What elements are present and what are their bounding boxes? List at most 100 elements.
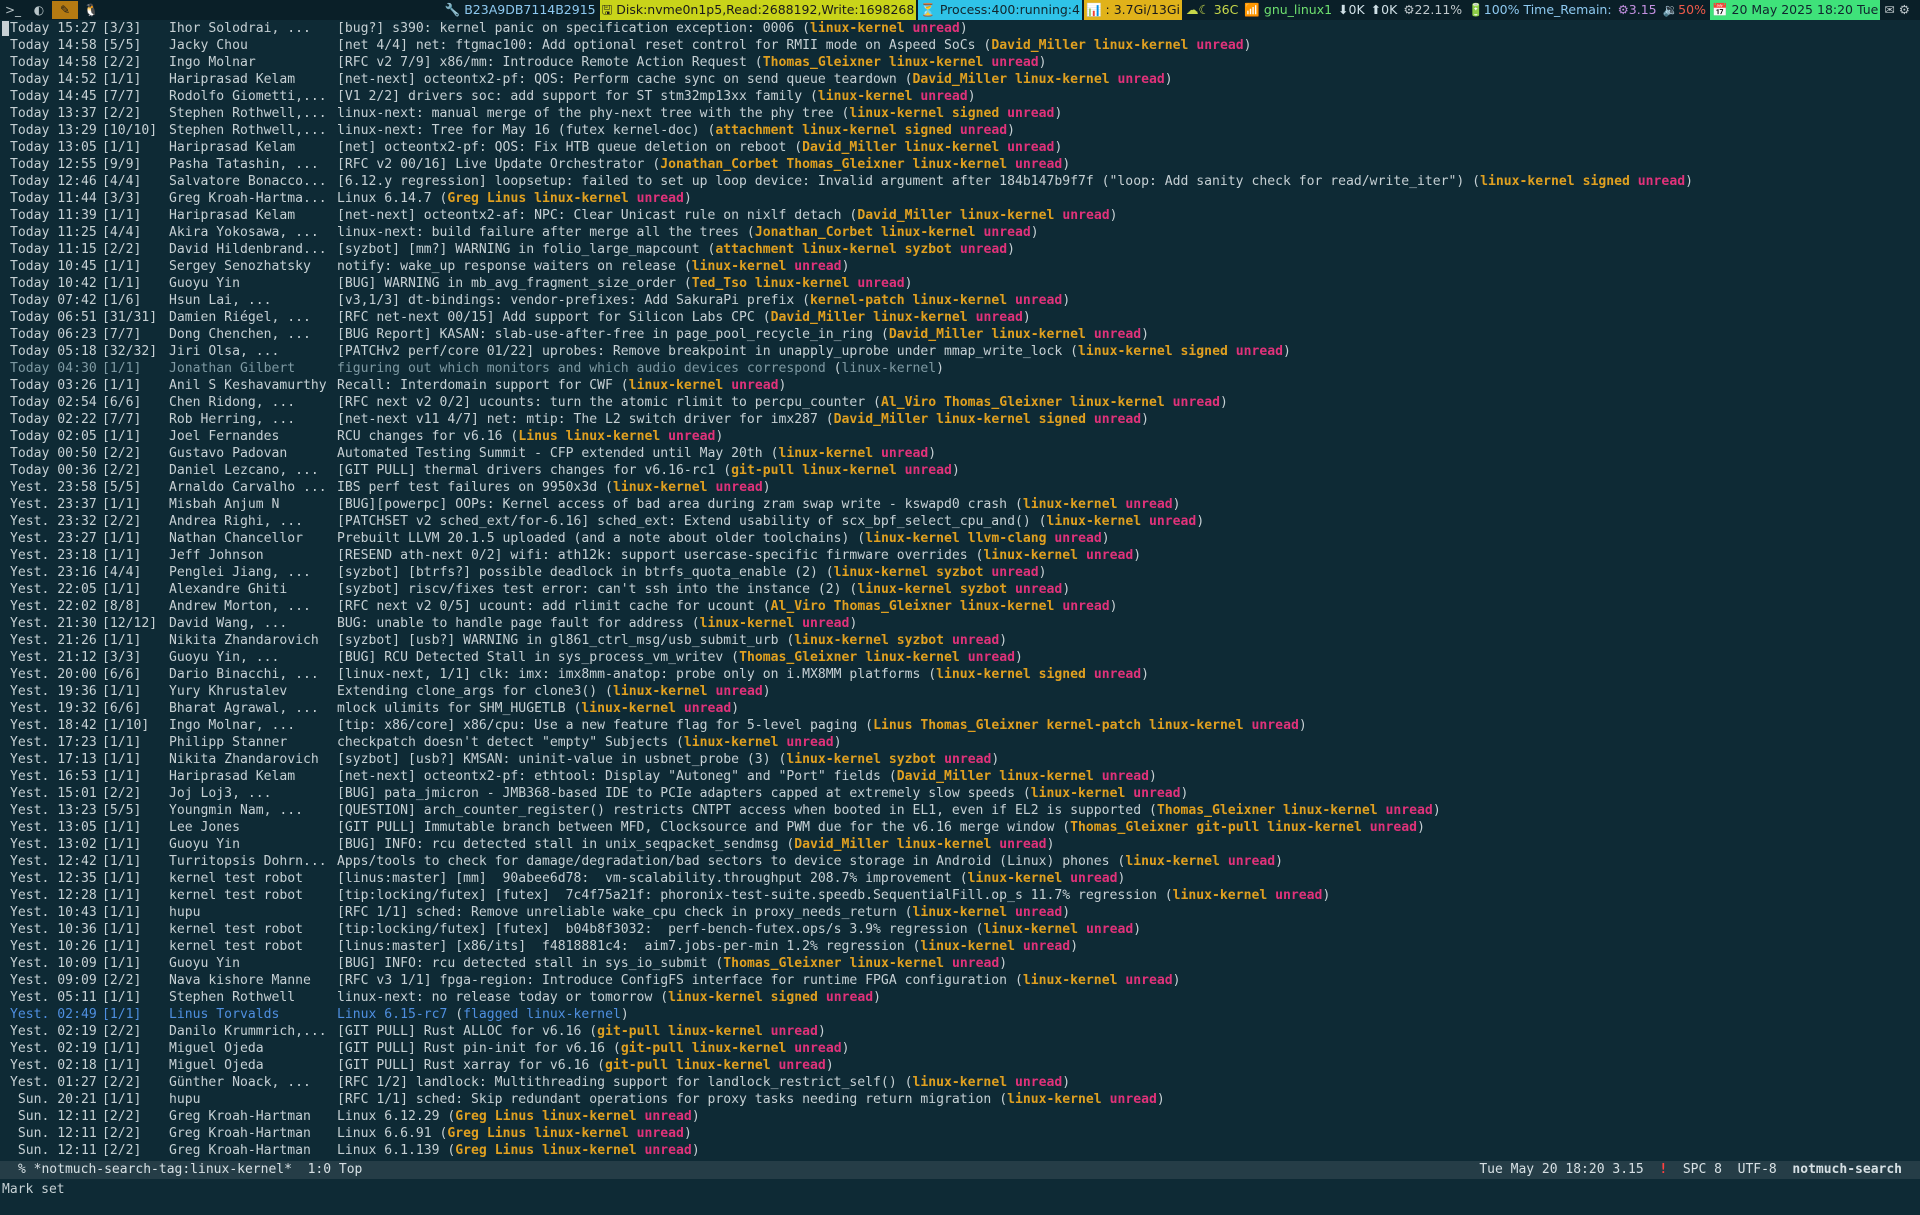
thread-row[interactable]: Yest. 09:09 [2/2] Nava kishore Manne [RFC v…	[0, 972, 1920, 989]
thread-row[interactable]: Today 12:46 [4/4] Salvatore Bonacco... [6.1…	[0, 173, 1920, 190]
thread-row[interactable]: Sun. 20:21 [1/1] hupu [RFC 1/1] sched: Skip…	[0, 1091, 1920, 1108]
thread-row[interactable]: Yest. 12:28 [1/1] kernel test robot [tip:lo…	[0, 887, 1920, 904]
thread-count: [1/1]	[102, 1092, 142, 1107]
thread-row[interactable]: Today 06:23 [7/7] Dong Chenchen, ... [BUG R…	[0, 326, 1920, 343]
thread-row[interactable]: Today 14:52 [1/1] Hariprasad Kelam [net-nex…	[0, 71, 1920, 88]
thread-row[interactable]: Yest. 19:32 [6/6] Bharat Agrawal, ... mlock…	[0, 700, 1920, 717]
thread-tag: linux-kernel	[959, 599, 1055, 614]
thread-row[interactable]: Today 02:05 [1/1] Joel Fernandes RCU change…	[0, 428, 1920, 445]
thread-row[interactable]: Today 11:39 [1/1] Hariprasad Kelam [net-nex…	[0, 207, 1920, 224]
emacs-icon[interactable]: ◐	[26, 1, 52, 19]
thread-row[interactable]: Yest. 10:36 [1/1] kernel test robot [tip:lo…	[0, 921, 1920, 938]
thread-tag: linux-kernel	[802, 463, 897, 478]
thread-row[interactable]: Today 14:58 [2/2] Ingo Molnar [RFC v2 7/9] …	[0, 54, 1920, 71]
thread-row[interactable]: Yest. 21:30 [12/12] David Wang, ... BUG: un…	[0, 615, 1920, 632]
thread-row[interactable]: Today 14:45 [7/7] Rodolfo Giometti,... [V1 …	[0, 88, 1920, 105]
thread-row[interactable]: Yest. 12:42 [1/1] Turritopsis Dohrn... Apps…	[0, 853, 1920, 870]
thread-row[interactable]: Today 11:44 [3/3] Greg Kroah-Hartma... Linu…	[0, 190, 1920, 207]
thread-row[interactable]: Yest. 22:05 [1/1] Alexandre Ghiti [syzbot] …	[0, 581, 1920, 598]
thread-subject-line: [net-next] octeontx2-pf: QOS: Perform ca…	[337, 72, 1173, 87]
thread-row[interactable]: Today 00:36 [2/2] Daniel Lezcano, ... [GIT …	[0, 462, 1920, 479]
thread-row[interactable]: Yest. 13:05 [1/1] Lee Jones [GIT PULL] Immu…	[0, 819, 1920, 836]
thread-row[interactable]: Yest. 02:49 [1/1] Linus Torvalds Linux 6.15…	[0, 1006, 1920, 1023]
thread-row[interactable]: Yest. 23:18 [1/1] Jeff Johnson [RESEND ath-…	[0, 547, 1920, 564]
thread-row[interactable]: Yest. 02:19 [2/2] Danilo Krummrich,... [GIT…	[0, 1023, 1920, 1040]
firefox-icon[interactable]: ✎	[52, 1, 78, 19]
thread-tag: linux-kernel	[1007, 1092, 1102, 1107]
thread-row[interactable]: Today 04:30 [1/1] Jonathan Gilbert figuring…	[0, 360, 1920, 377]
thread-date: Today 11:15	[10, 242, 97, 257]
volume-status[interactable]: 🔉50%	[1661, 0, 1708, 20]
thread-subject: [RFC 1/1] sched: Remove unreliable wake_…	[337, 905, 897, 920]
thread-tag: unread	[983, 225, 1031, 240]
thread-subject-line: [PATCHv2 perf/core 01/22] uprobes: Remov…	[337, 344, 1291, 359]
thread-row[interactable]: Yest. 10:09 [1/1] Guoyu Yin [BUG] INFO: rcu…	[0, 955, 1920, 972]
thread-subject: Linux 6.14.7	[337, 191, 432, 206]
thread-row[interactable]: Yest. 01:27 [2/2] Günther Noack, ... [RFC 1…	[0, 1074, 1920, 1091]
thread-tag: linux-kernel	[896, 837, 992, 852]
thread-row[interactable]: Today 11:25 [4/4] Akira Yokosawa, ... linux…	[0, 224, 1920, 241]
thread-row[interactable]: Yest. 22:02 [8/8] Andrew Morton, ... [RFC n…	[0, 598, 1920, 615]
thread-count: [4/4]	[102, 565, 142, 580]
thread-row[interactable]: Yest. 15:01 [2/2] Joj Loj3, ... [BUG] pata_…	[0, 785, 1920, 802]
thread-subject-line: [syzbot] [usb?] KMSAN: uninit-value in u…	[337, 752, 1000, 767]
thread-row[interactable]: Yest. 23:27 [1/1] Nathan Chancellor Prebuil…	[0, 530, 1920, 547]
date-status[interactable]: 📅 20 May 2025 18:20 Tue	[1709, 0, 1881, 20]
thread-tag: Linus	[518, 429, 558, 444]
thread-count: [12/12]	[102, 616, 158, 631]
thread-row[interactable]: Today 06:51 [31/31] Damien Riégel, ... [RFC…	[0, 309, 1920, 326]
thread-row[interactable]: Yest. 10:43 [1/1] hupu [RFC 1/1] sched: Rem…	[0, 904, 1920, 921]
thread-row[interactable]: Today 07:42 [1/6] Hsun Lai, ... [v3,1/3] dt…	[0, 292, 1920, 309]
thread-row[interactable]: Yest. 02:19 [1/1] Miguel Ojeda [GIT PULL] R…	[0, 1040, 1920, 1057]
thread-tag: unread	[644, 1143, 692, 1158]
penguin-icon[interactable]: 🐧	[78, 1, 104, 19]
thread-row[interactable]: Yest. 23:16 [4/4] Penglei Jiang, ... [syzbo…	[0, 564, 1920, 581]
thread-row[interactable]: Yest. 05:11 [1/1] Stephen Rothwell linux-ne…	[0, 989, 1920, 1006]
thread-row[interactable]: Yest. 16:53 [1/1] Hariprasad Kelam [net-nex…	[0, 768, 1920, 785]
thread-row[interactable]: Sun. 12:11 [2/2] Greg Kroah-Hartman Linux 6…	[0, 1142, 1920, 1159]
thread-row[interactable]: Today 11:15 [2/2] David Hildenbrand... [syz…	[0, 241, 1920, 258]
thread-row[interactable]: Yest. 17:13 [1/1] Nikita Zhandarovich [syzb…	[0, 751, 1920, 768]
thread-row[interactable]: Today 12:55 [9/9] Pasha Tatashin, ... [RFC …	[0, 156, 1920, 173]
thread-row[interactable]: Yest. 21:12 [3/3] Guoyu Yin, ... [BUG] RCU …	[0, 649, 1920, 666]
thread-subject: notify: wake_up response waiters on rele…	[337, 259, 676, 274]
thread-row[interactable]: Today 14:58 [5/5] Jacky Chou [net 4/4] net:…	[0, 37, 1920, 54]
thread-row[interactable]: Today 03:26 [1/1] Anil S Keshavamurthy Reca…	[0, 377, 1920, 394]
thread-row[interactable]: Yest. 23:37 [1/1] Misbah Anjum N [BUG][powe…	[0, 496, 1920, 513]
thread-tag: signed	[1038, 667, 1086, 682]
thread-tag: git-pull	[597, 1024, 661, 1039]
thread-row[interactable]: Yest. 23:58 [5/5] Arnaldo Carvalho ... IBS …	[0, 479, 1920, 496]
thread-row[interactable]: Today 10:42 [1/1] Guoyu Yin [BUG] WARNING i…	[0, 275, 1920, 292]
thread-tag: signed	[951, 106, 1000, 121]
thread-tag: linux-kernel	[991, 327, 1086, 342]
thread-row[interactable]: Yest. 20:00 [6/6] Dario Binacchi, ... [linu…	[0, 666, 1920, 683]
thread-row[interactable]: Yest. 17:23 [1/1] Philipp Stanner checkpatc…	[0, 734, 1920, 751]
thread-row[interactable]: Today 00:50 [2/2] Gustavo Padovan Automated…	[0, 445, 1920, 462]
thread-row[interactable]: Today 10:45 [1/1] Sergey Senozhatsky notify…	[0, 258, 1920, 275]
thread-row[interactable]: Yest. 21:26 [1/1] Nikita Zhandarovich [syzb…	[0, 632, 1920, 649]
thread-row[interactable]: Today 15:27 [3/3] Ihor Solodrai, ... [bug?]…	[0, 20, 1920, 37]
thread-row[interactable]: Yest. 12:35 [1/1] kernel test robot [linus:…	[0, 870, 1920, 887]
mail-icon[interactable]: ✉ ⚙	[1882, 0, 1912, 20]
thread-row[interactable]: Today 02:54 [6/6] Chen Ridong, ... [RFC nex…	[0, 394, 1920, 411]
thread-row[interactable]: Sun. 12:11 [2/2] Greg Kroah-Hartman Linux 6…	[0, 1125, 1920, 1142]
thread-row[interactable]: Yest. 19:36 [1/1] Yury Khrustalev Extending…	[0, 683, 1920, 700]
thread-row[interactable]: Today 13:37 [2/2] Stephen Rothwell,... linu…	[0, 105, 1920, 122]
thread-tag: syzbot	[936, 565, 984, 580]
network-status[interactable]: 📶 gnu_linux1	[1242, 0, 1334, 20]
thread-row[interactable]: Yest. 18:42 [1/10] Ingo Molnar, ... [tip: x…	[0, 717, 1920, 734]
thread-row[interactable]: Yest. 13:23 [5/5] Youngmin Nam, ... [QUESTI…	[0, 802, 1920, 819]
thread-date: Sun. 12:11	[10, 1143, 97, 1158]
thread-row[interactable]: Yest. 13:02 [1/1] Guoyu Yin [BUG] INFO: rcu…	[0, 836, 1920, 853]
thread-row[interactable]: Today 13:05 [1/1] Hariprasad Kelam [net] oc…	[0, 139, 1920, 156]
thread-row[interactable]: Today 02:22 [7/7] Rob Herring, ... [net-nex…	[0, 411, 1920, 428]
thread-row[interactable]: Sun. 12:11 [2/2] Greg Kroah-Hartman Linux 6…	[0, 1108, 1920, 1125]
terminal-icon[interactable]: >_	[0, 1, 26, 19]
thread-subject: Linux 6.1.139	[337, 1143, 440, 1158]
thread-row[interactable]: Yest. 10:26 [1/1] kernel test robot [linus:…	[0, 938, 1920, 955]
thread-row[interactable]: Yest. 02:18 [1/1] Miguel Ojeda [GIT PULL] R…	[0, 1057, 1920, 1074]
thread-row[interactable]: Today 13:29 [10/10] Stephen Rothwell,... li…	[0, 122, 1920, 139]
thread-row[interactable]: Yest. 23:32 [2/2] Andrea Righi, ... [PATCHS…	[0, 513, 1920, 530]
thread-row[interactable]: Today 05:18 [32/32] Jiri Olsa, ... [PATCHv2…	[0, 343, 1920, 360]
thread-subject-line: [tip: x86/core] x86/cpu: Use a new featu…	[337, 718, 1307, 733]
